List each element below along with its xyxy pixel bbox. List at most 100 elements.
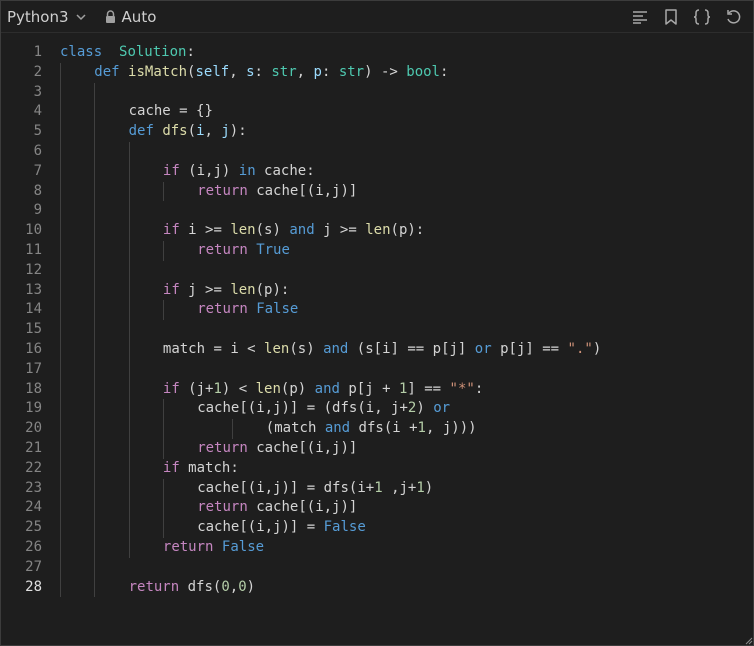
reset-button[interactable]	[722, 6, 743, 27]
code-line: 13 if j >= len(p):	[1, 280, 753, 301]
line-number: 22	[25, 459, 42, 476]
code-token: or	[474, 340, 492, 357]
line-code: return False	[163, 538, 264, 558]
braces-icon	[693, 8, 710, 25]
code-area[interactable]: 1 class Solution: 2 def isMatch(self, s: st…	[1, 43, 753, 598]
code-token: return	[162, 538, 214, 555]
indent-guide	[94, 82, 96, 103]
code-token: return	[197, 182, 248, 199]
line-number: 28	[25, 578, 42, 595]
indent-guide	[128, 518, 130, 538]
code-token: if	[162, 281, 180, 298]
line-number: 2	[33, 63, 42, 80]
format-button[interactable]	[629, 6, 650, 27]
indent-guide	[94, 161, 96, 182]
code-token: len	[255, 380, 281, 397]
code-line: 21 return cache[(i,j)]	[1, 438, 753, 459]
code-token: p[j +	[339, 380, 399, 397]
code-token: str	[271, 63, 297, 80]
indent-guide	[128, 419, 130, 439]
code-token: ,	[204, 123, 222, 140]
language-label: Python3	[7, 7, 69, 26]
indent-guide	[94, 339, 96, 360]
code-token: return	[197, 301, 248, 318]
code-token: str	[338, 63, 365, 80]
code-line: 24 return cache[(i,j)]	[1, 498, 753, 519]
indent-guide	[60, 339, 61, 360]
indent-guide	[60, 577, 61, 598]
indent-guide	[60, 240, 61, 261]
code-line: 1 class Solution:	[1, 43, 753, 63]
indent-guide	[94, 537, 96, 558]
indent-guide	[128, 339, 130, 360]
line-code: return False	[197, 300, 298, 320]
code-token: and	[324, 420, 351, 437]
line-code: return cache[(i,j)]	[197, 439, 357, 459]
line-code: if (j+1) < len(p) and p[j + 1] == "*":	[163, 380, 483, 400]
line-number: 23	[25, 479, 42, 496]
code-token: True	[256, 241, 290, 258]
indent-guide	[60, 399, 61, 420]
line-number: 24	[25, 499, 42, 516]
indent-guide	[128, 379, 130, 400]
line-number: 14	[25, 301, 42, 318]
code-token: (match	[265, 420, 325, 437]
indent-guide	[94, 478, 96, 499]
language-select[interactable]: Python3	[7, 8, 87, 26]
indent-guide	[94, 201, 96, 222]
indent-guide	[94, 280, 96, 301]
indent-guide	[128, 221, 130, 241]
code-editor-panel: Python3 Auto 1 class Solution: 2 def isM…	[0, 0, 754, 646]
indent-guide	[60, 122, 61, 142]
indent-guide	[60, 280, 61, 301]
code-token: (p)	[280, 380, 315, 397]
code-token: "."	[567, 340, 593, 357]
code-token: (j+	[179, 380, 214, 397]
indent-guide	[94, 300, 96, 321]
code-token: len	[264, 340, 290, 357]
chevron-down-icon	[76, 13, 86, 20]
code-token: )	[416, 400, 434, 417]
code-token: (p):	[255, 281, 290, 298]
code-token: match = i <	[162, 340, 265, 357]
indent-guide	[60, 260, 61, 281]
code-token: :	[474, 380, 484, 397]
code-token: ,j+	[382, 479, 417, 496]
indent-guide	[128, 399, 130, 420]
indent-guide	[128, 458, 130, 479]
indent-guide	[60, 62, 61, 83]
auto-mode[interactable]: Auto	[105, 8, 156, 26]
line-code: if j >= len(p):	[163, 281, 289, 301]
indent-guide	[94, 221, 96, 241]
indent-guide	[128, 181, 130, 202]
line-code: (match and dfs(i +1, j)))	[266, 419, 477, 439]
indent-guide	[60, 181, 61, 202]
bookmark-button[interactable]	[660, 6, 681, 27]
code-token: def	[128, 123, 154, 140]
indent-guide	[94, 518, 96, 538]
code-token: :	[439, 63, 449, 80]
indent-guide	[60, 141, 61, 162]
code-line: 22 if match:	[1, 458, 753, 479]
resize-handle-icon[interactable]	[745, 637, 753, 645]
indent-guide	[94, 181, 96, 202]
line-number: 1	[33, 44, 42, 60]
line-code: return cache[(i,j)]	[197, 498, 357, 518]
indent-guide	[94, 141, 96, 162]
code-token: 1	[416, 479, 425, 496]
line-code: def dfs(i, j):	[129, 122, 247, 142]
code-line: 28 return dfs(0,0)	[1, 577, 753, 598]
reset-icon	[726, 9, 740, 24]
code-token: False	[323, 519, 366, 536]
braces-button[interactable]	[691, 6, 712, 27]
indent-guide	[60, 557, 61, 578]
code-token: j	[221, 123, 230, 140]
code-token: 0	[238, 578, 247, 595]
indent-guide	[60, 82, 61, 103]
code-token: cache[(i,j)]	[247, 182, 358, 199]
code-token: bool	[406, 63, 440, 80]
indent-guide	[60, 300, 61, 321]
